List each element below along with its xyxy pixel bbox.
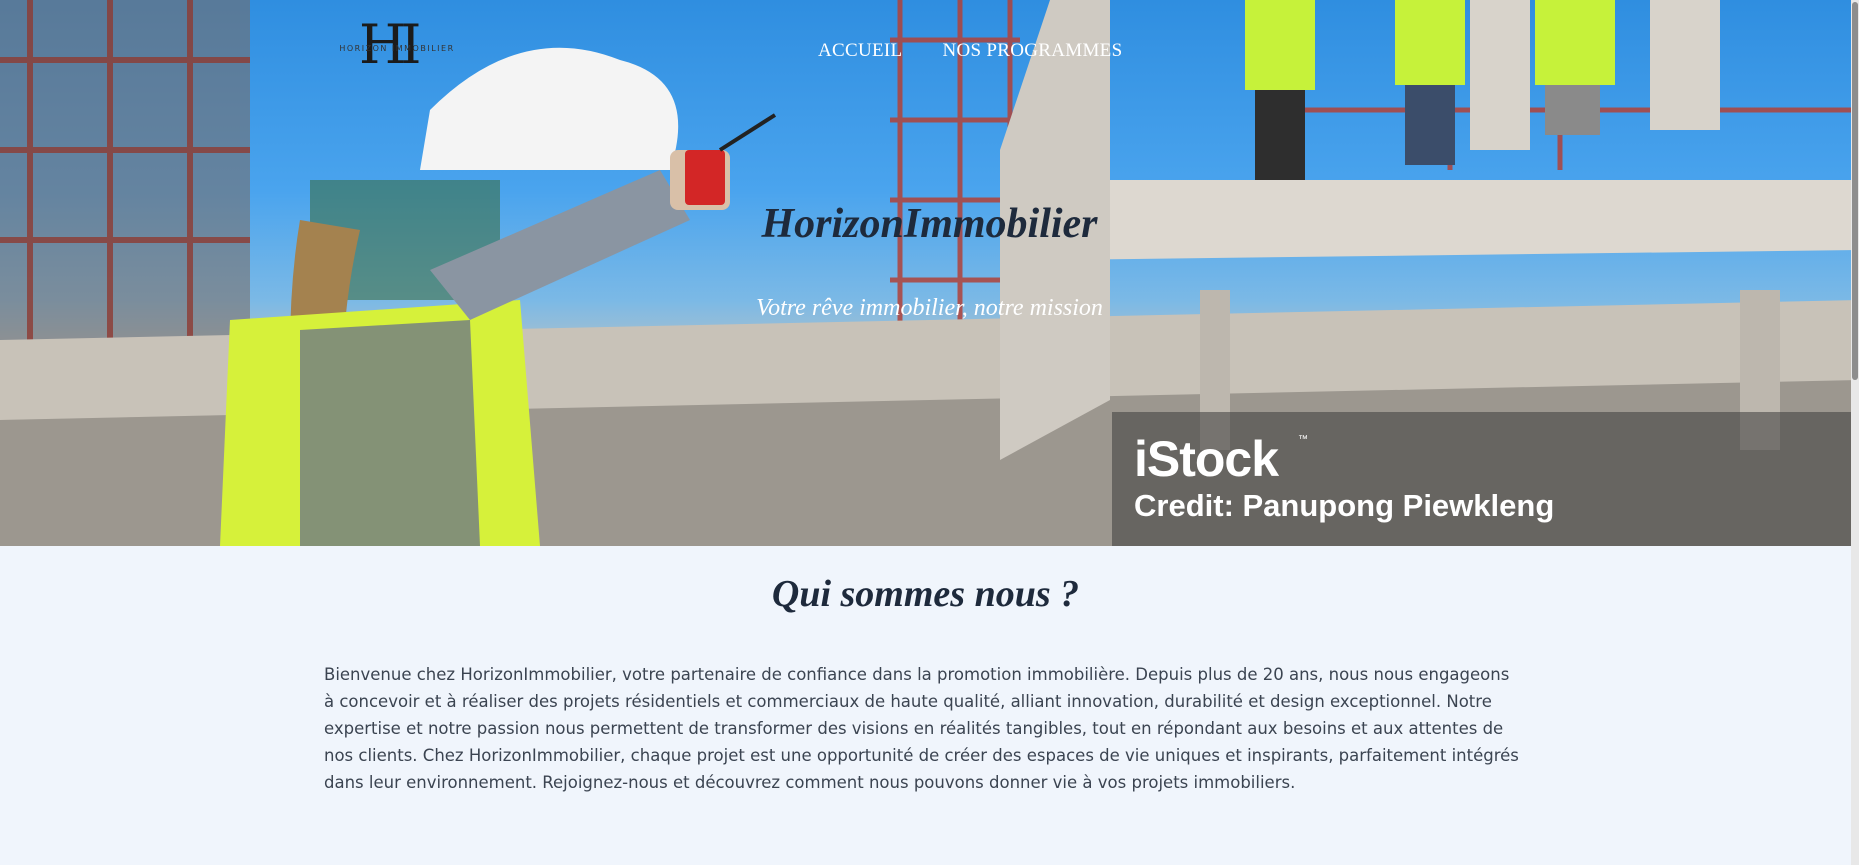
about-title: Qui sommes nous ? [771,573,1080,615]
nav-item-accueil[interactable]: ACCUEIL [818,40,902,62]
istock-brand: iStock [1134,431,1279,487]
nav-item-nos-programmes[interactable]: NOS PROGRAMMES [942,40,1122,62]
page: HI HORIZON IMMOBILIER ACCUEIL NOS PROGRA… [0,0,1859,865]
main-nav: ACCUEIL NOS PROGRAMMES [818,40,1122,62]
hero-banner: HI HORIZON IMMOBILIER ACCUEIL NOS PROGRA… [0,0,1859,546]
istock-watermark: iStock ™ Credit: Panupong Piewkleng [1112,412,1859,546]
about-text: Bienvenue chez HorizonImmobilier, votre … [324,665,1519,792]
hero-title: HorizonImmobilier [761,201,1098,247]
istock-trademark: ™ [1298,434,1308,445]
hero-subtitle: Votre rêve immobilier, notre mission [756,295,1103,321]
logo-text: HORIZON IMMOBILIER [339,44,455,53]
scrollbar-thumb[interactable] [1852,2,1858,380]
logo[interactable]: HI HORIZON IMMOBILIER [323,14,467,78]
istock-credit: Credit: Panupong Piewkleng [1134,488,1555,523]
page-scrollbar[interactable] [1851,0,1859,865]
